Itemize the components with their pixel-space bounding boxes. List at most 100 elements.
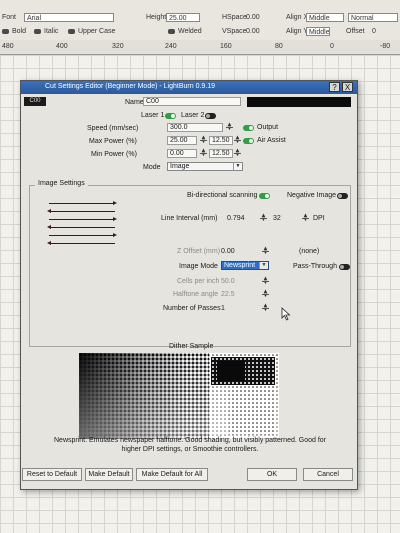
reset-to-default-button[interactable]: Reset to Default — [22, 468, 82, 481]
vspace-label: VSpace — [222, 28, 247, 35]
close-button[interactable]: X — [342, 82, 353, 92]
max-power-spinner[interactable]: ▲ ▼ — [199, 135, 208, 145]
offset-label: Offset — [346, 28, 365, 35]
chevron-down-icon: ▼ — [259, 262, 268, 269]
cells-per-inch-label: Cells per inch — [177, 278, 220, 285]
name-label: Name — [125, 99, 144, 106]
cells-spinner[interactable]: ▲ ▼ — [261, 276, 270, 286]
align-y-select[interactable]: Middle — [306, 27, 330, 36]
dpi-label: DPI — [313, 215, 325, 222]
mouse-cursor-icon — [281, 307, 291, 321]
height-input[interactable]: 25.00 — [166, 13, 200, 22]
laser1-toggle[interactable] — [165, 113, 176, 119]
ruler-tick: 80 — [275, 43, 283, 50]
mode-value: Image — [170, 163, 190, 170]
offset-input[interactable]: 0 — [372, 28, 376, 35]
bold-check[interactable] — [2, 28, 9, 34]
pass-through-toggle[interactable] — [339, 264, 350, 270]
max-power-label: Max Power (%) — [89, 138, 137, 145]
layer-indicator: C00 — [24, 97, 46, 106]
horizontal-ruler: 480 400 320 240 160 80 0 -80 — [0, 40, 400, 55]
align-x-select[interactable]: Middle — [306, 13, 344, 22]
dpi-spinner[interactable]: ▲ ▼ — [301, 213, 310, 223]
ruler-tick: 240 — [165, 43, 177, 50]
speed-spinner[interactable]: ▲ ▼ — [225, 122, 234, 132]
ruler-tick: 320 — [112, 43, 124, 50]
welded-label: Welded — [178, 28, 202, 35]
dither-sample-title: Dither Sample — [169, 343, 214, 350]
pass-through-label: Pass-Through — [293, 263, 337, 270]
line-interval-input[interactable]: 0.794 — [227, 215, 245, 222]
min-power-input[interactable]: 0.00 — [167, 149, 197, 158]
cancel-button[interactable]: Cancel — [303, 468, 353, 481]
output-toggle[interactable] — [243, 125, 254, 131]
laser1-label: Laser 1 — [141, 112, 165, 119]
mode-label: Mode — [143, 164, 161, 171]
welded-check[interactable] — [168, 28, 175, 34]
bold-label: Bold — [12, 28, 27, 35]
speed-input[interactable]: 300.0 — [167, 123, 223, 132]
laser2-label: Laser 2 — [181, 112, 205, 119]
hspace-label: HSpace — [222, 14, 247, 21]
height-label: Height — [146, 14, 167, 21]
dialog-titlebar[interactable]: Cut Settings Editor (Beginner Mode) - Li… — [21, 81, 357, 94]
image-settings-title: Image Settings — [35, 180, 88, 187]
hspace-input[interactable]: 0.00 — [246, 14, 260, 21]
cells-per-inch-input[interactable]: 50.0 — [221, 278, 235, 285]
z-offset-input[interactable]: 0.00 — [221, 248, 235, 255]
layer-color-swatch[interactable] — [247, 97, 351, 107]
speed-label: Speed (mm/sec) — [87, 125, 139, 132]
text-toolbar: Font Arial Bold Italic Upper Case Welded… — [0, 0, 400, 41]
air-assist-label: Air Assist — [257, 137, 286, 144]
output-label: Output — [257, 124, 279, 131]
dpi-input[interactable]: 32 — [273, 215, 281, 222]
align-x-label: Align X — [286, 14, 309, 21]
max-power-2-spinner[interactable]: ▲ ▼ — [233, 135, 242, 145]
passes-spinner[interactable]: ▲ ▼ — [261, 303, 270, 313]
font-label: Font — [2, 14, 17, 21]
halftone-angle-label: Halftone angle — [173, 291, 219, 298]
z-offset-spinner[interactable]: ▲ ▼ — [261, 246, 270, 256]
cut-settings-dialog: Cut Settings Editor (Beginner Mode) - Li… — [20, 80, 358, 490]
name-input[interactable]: C00 — [143, 97, 241, 106]
negative-image-toggle[interactable] — [337, 193, 348, 199]
passes-label: Number of Passes — [163, 305, 221, 312]
dither-sample-image — [79, 353, 279, 439]
align-y-label: Align Y — [286, 28, 309, 35]
mode-description: Newsprint: Emulates newspaper halftone. … — [54, 437, 326, 453]
italic-check[interactable] — [34, 28, 41, 34]
help-button[interactable]: ? — [329, 82, 340, 92]
ruler-tick: 400 — [56, 43, 68, 50]
z-offset-label: Z Offset (mm) — [177, 248, 221, 255]
ruler-tick: 160 — [220, 43, 232, 50]
min-power-2-input[interactable]: 12.50 — [209, 149, 233, 158]
ruler-tick: -80 — [380, 43, 391, 50]
vspace-input[interactable]: 0.00 — [246, 28, 260, 35]
line-interval-spinner[interactable]: ▲ ▼ — [259, 213, 268, 223]
laser2-toggle[interactable] — [205, 113, 216, 119]
line-interval-label: Line Interval (mm) — [161, 215, 218, 222]
min-power-spinner[interactable]: ▲ ▼ — [199, 148, 208, 158]
mode-select[interactable]: Image ▼ — [167, 162, 243, 171]
normal-select[interactable]: Normal — [348, 13, 398, 22]
make-default-button[interactable]: Make Default — [85, 468, 133, 481]
ok-button[interactable]: OK — [247, 468, 297, 481]
air-assist-toggle[interactable] — [243, 138, 254, 144]
dialog-title: Cut Settings Editor (Beginner Mode) - Li… — [45, 83, 216, 90]
max-power-input[interactable]: 25.00 — [167, 136, 197, 145]
upper-case-label: Upper Case — [78, 28, 116, 35]
halftone-angle-input[interactable]: 22.5 — [221, 291, 235, 298]
negative-image-label: Negative Image — [287, 192, 337, 199]
passes-input[interactable]: 1 — [221, 305, 225, 312]
halftone-spinner[interactable]: ▲ ▼ — [261, 289, 270, 299]
image-mode-select[interactable]: Newsprint ▼ — [221, 261, 269, 270]
image-mode-label: Image Mode — [179, 263, 218, 270]
max-power-2-input[interactable]: 12.50 — [209, 136, 233, 145]
make-default-for-all-button[interactable]: Make Default for All — [136, 468, 208, 481]
upper-case-check[interactable] — [68, 28, 75, 34]
image-mode-value: Newsprint — [224, 262, 256, 269]
bidirectional-toggle[interactable] — [259, 193, 270, 199]
min-power-2-spinner[interactable]: ▲ ▼ — [233, 148, 242, 158]
min-power-label: Min Power (%) — [91, 151, 137, 158]
font-select[interactable]: Arial — [24, 13, 114, 22]
